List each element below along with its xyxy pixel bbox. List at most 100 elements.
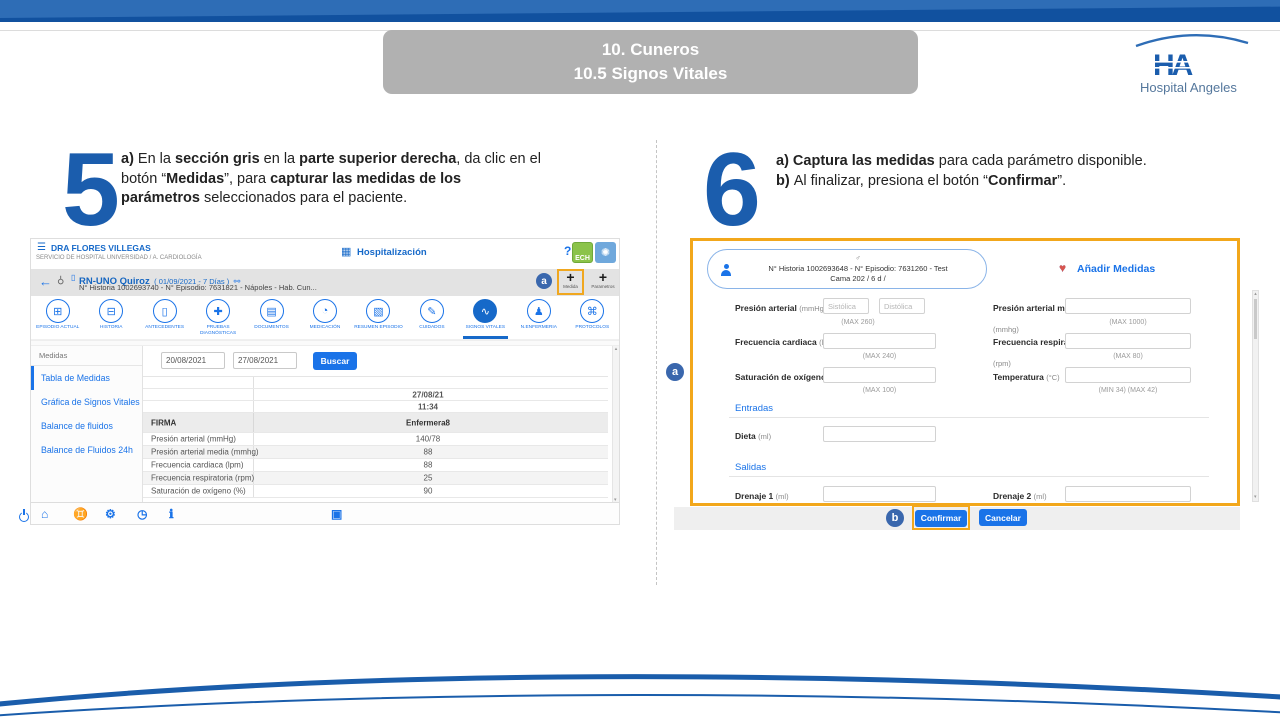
annotation-a-left: a [536, 273, 552, 289]
sidebar-item-balance-fluidos[interactable]: Balance de fluidos [31, 414, 142, 438]
parametros-button[interactable]: + Parametros [589, 271, 617, 295]
nav-resumen-episodio[interactable]: ▧RESUMEN EPISODIO [352, 296, 405, 339]
settings-icon[interactable]: ⚙ [105, 507, 116, 521]
drenaje1-input[interactable] [823, 486, 936, 502]
nav-episodio-actual[interactable]: ⊞EPISODIO ACTUAL [31, 296, 84, 339]
heart-pulse-icon: ♥ [1059, 261, 1066, 275]
history-clock-icon[interactable]: ◷ [137, 507, 147, 521]
section-divider [729, 476, 1209, 477]
table-row: Frecuencia cardiaca (lpm) 88 [143, 459, 608, 472]
service-name: SERVICIO DE HOSPITAL UNIVERSIDAD / A. CA… [36, 255, 202, 261]
nav-pruebas-diagnosticas[interactable]: ✚PRUEBAS DIAGNÓSTICAS [191, 296, 244, 339]
nav-cuidados[interactable]: ✎CUIDADOS [405, 296, 458, 339]
measure-time: 11:34 [253, 402, 603, 411]
dieta-label: Dieta (ml) [735, 431, 771, 441]
patient-pill-text: ♂ N° Historia 1002693648 - N° Episodio: … [738, 253, 978, 284]
medida-button[interactable]: + Medida [557, 269, 584, 295]
drenaje2-input[interactable] [1065, 486, 1191, 502]
step-5-number: 5 [62, 146, 120, 234]
table-row: Presión arterial (mmHg) 140/78 [143, 433, 608, 446]
slide-title-line1: 10. Cuneros [602, 38, 699, 62]
lightbulb-icon[interactable]: ⚲ [57, 274, 64, 285]
nav-enfermeria[interactable]: ♟N.ENFERMERIA [512, 296, 565, 339]
table-row: Saturación de oxígeno (%) 90 [143, 485, 608, 498]
bottom-swoosh [0, 662, 1280, 720]
measures-sidebar: Medidas Tabla de Medidas Gráfica de Sign… [31, 346, 143, 504]
fc-input[interactable] [823, 333, 936, 349]
date-to-input[interactable] [233, 352, 297, 369]
so-input[interactable] [823, 367, 936, 383]
drenaje1-label: Drenaje 1 (ml) [735, 491, 789, 501]
cuidados-icon: ✎ [420, 299, 444, 323]
scrollbar-thumb[interactable] [1254, 299, 1257, 339]
table-row-time: 11:34 [143, 401, 608, 413]
resumen-icon: ▧ [366, 299, 390, 323]
nav-documentos[interactable]: ▤DOCUMENTOS [245, 296, 298, 339]
fc-helper: (MAX 240) [823, 353, 936, 360]
table-row-date: 27/08/21 [143, 389, 608, 401]
pruebas-icon: ✚ [206, 299, 230, 323]
nav-medicacion[interactable]: ◔MEDICACIÓN [298, 296, 351, 339]
sistolica-input[interactable] [823, 298, 869, 314]
measure-date: 27/08/21 [253, 390, 603, 399]
pa-helper: (MAX 260) [823, 319, 893, 326]
drenaje2-label: Drenaje 2 (ml) [993, 491, 1047, 501]
nav-signos-vitales[interactable]: ∿SIGNOS VITALES [459, 296, 512, 339]
sidebar-item-tabla-medidas[interactable]: Tabla de Medidas [31, 366, 142, 390]
pill-line2: Cama 202 / 6 d / [830, 274, 885, 283]
medida-button-label: Medida [559, 284, 582, 289]
home-icon[interactable]: ⌂ [41, 507, 48, 521]
firma-label: FIRMA [151, 418, 176, 427]
slide-title-line2: 10.5 Signos Vitales [574, 62, 728, 86]
measures-main: Buscar 27/08/21 11:34 FIRMA Enfermera8 P… [143, 346, 614, 504]
modal-scrollbar[interactable]: ▴ ▾ [1252, 290, 1259, 502]
logo-arc [1136, 35, 1248, 46]
pam-input[interactable] [1065, 298, 1191, 314]
sidebar-item-balance-fluidos-24h[interactable]: Balance de Fluidos 24h [31, 438, 142, 462]
modal-footer: b Confirmar Cancelar [674, 507, 1240, 530]
patient-bar: ← ⚲ ▯ RN-UNO Quiroz ( 01/09/2021 - 7 Día… [31, 269, 619, 296]
signos-vitales-icon: ∿ [473, 299, 497, 323]
doctor-name: DRA FLORES VILLEGAS [51, 243, 151, 253]
table-row: Frecuencia respiratoria (rpm) 25 [143, 472, 608, 485]
plus-icon: + [589, 271, 617, 284]
help-icon[interactable]: ? [564, 244, 571, 258]
atom-icon[interactable]: ✺ [595, 242, 616, 263]
step-6-line-a: a) Captura las medidas para cada parámet… [776, 152, 1216, 172]
male-icon: ♂ [855, 255, 860, 262]
search-patient-icon[interactable]: ♊ [73, 507, 88, 521]
person-icon [720, 264, 732, 276]
annotation-b: b [886, 509, 904, 527]
emr-header: ☰ DRA FLORES VILLEGAS SERVICIO DE HOSPIT… [31, 239, 619, 269]
fr-input[interactable] [1065, 333, 1191, 349]
buscar-button[interactable]: Buscar [313, 352, 357, 370]
nav-historia[interactable]: ⊟HISTORIA [84, 296, 137, 339]
hospitalizacion-icon: ▦ [341, 245, 351, 258]
nav-protocolos[interactable]: ⌘PROTOCOLOS [566, 296, 619, 339]
archive-icon[interactable]: ▣ [331, 507, 342, 521]
table-row-empty [143, 377, 608, 389]
parametros-button-label: Parametros [589, 284, 617, 289]
confirmar-highlight: Confirmar [912, 505, 970, 530]
pam-unit: (mmhg) [993, 325, 1019, 334]
confirmar-button[interactable]: Confirmar [915, 510, 967, 527]
date-from-input[interactable] [161, 352, 225, 369]
cancelar-button[interactable]: Cancelar [979, 509, 1027, 526]
so-helper: (MAX 100) [823, 387, 936, 394]
back-icon[interactable]: ← [39, 274, 52, 289]
module-label: Hospitalización [357, 247, 427, 258]
dieta-input[interactable] [823, 426, 936, 442]
info-icon[interactable]: ℹ [169, 507, 174, 521]
pill-line1: N° Historia 1002693648 - N° Episodio: 76… [768, 264, 947, 273]
power-icon[interactable] [19, 512, 29, 522]
temp-input[interactable] [1065, 367, 1191, 383]
episodio-actual-icon: ⊞ [46, 299, 70, 323]
distolica-input[interactable] [879, 298, 925, 314]
sidebar-item-grafica-signos[interactable]: Gráfica de Signos Vitales [31, 390, 142, 414]
menu-icon[interactable]: ☰ [37, 242, 46, 253]
emr-screenshot: ☰ DRA FLORES VILLEGAS SERVICIO DE HOSPIT… [30, 238, 620, 525]
emr-footer-toolbar: ⌂ ♊ ⚙ ◷ ℹ ▣ [31, 502, 619, 524]
nav-antecedentes[interactable]: ▯ANTECEDENTES [138, 296, 191, 339]
temp-helper: (MIN 34) (MAX 42) [1065, 387, 1191, 394]
vertical-scrollbar[interactable]: ▴ ▾ [612, 346, 619, 504]
